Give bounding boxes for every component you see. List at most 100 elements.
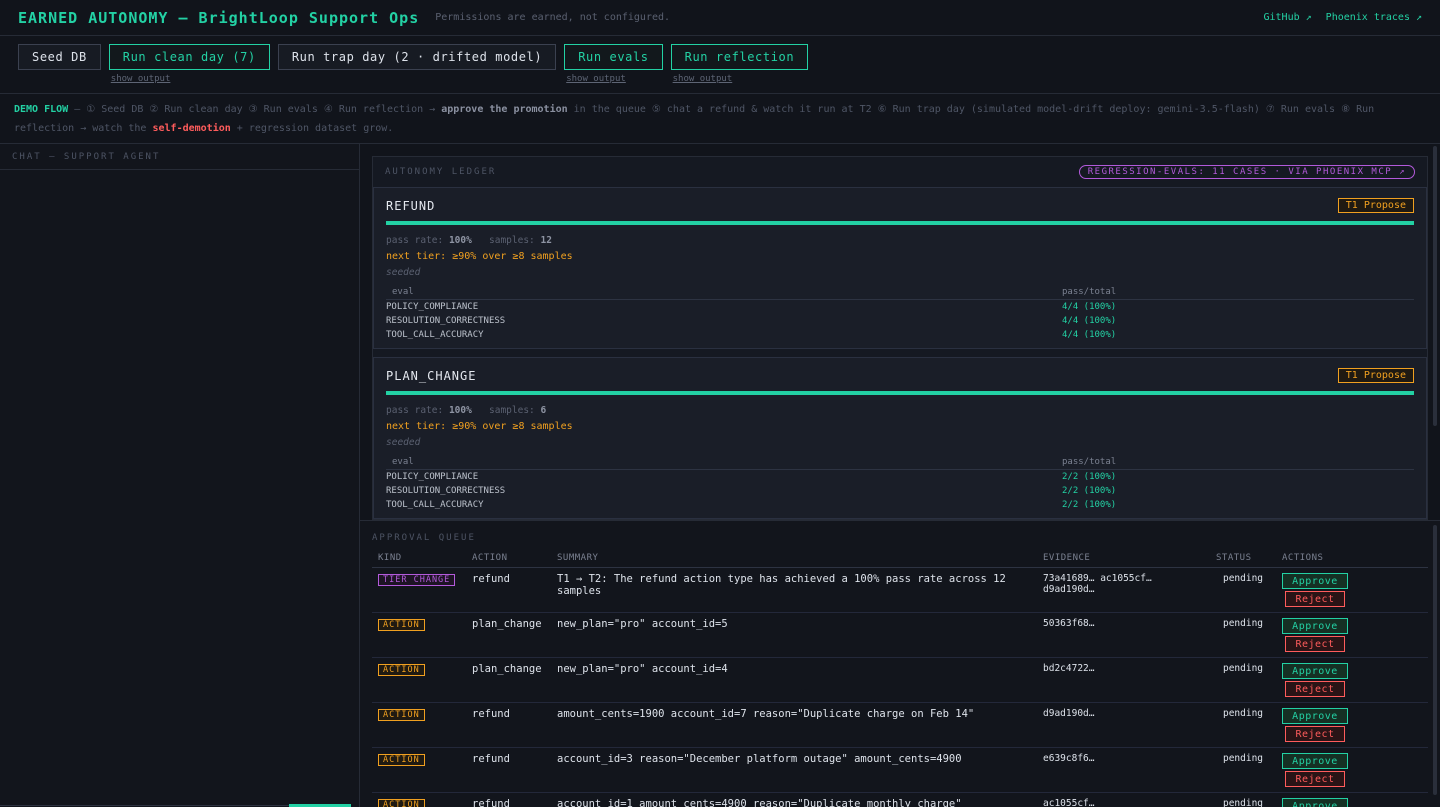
chat-title: CHAT — SUPPORT AGENT — [0, 144, 359, 170]
approve-button[interactable]: Approve — [1282, 798, 1348, 807]
eval-row: TOOL_CALL_ACCURACY 4/4 (100%) — [386, 328, 1414, 342]
status: pending — [1210, 612, 1276, 658]
reflection-show-output-link[interactable]: show output — [673, 74, 733, 84]
pass-rate-label: pass rate: — [386, 405, 444, 416]
evidence-links[interactable]: 73a41689… ac1055cf… d9ad190d… — [1037, 567, 1210, 613]
reject-button[interactable]: Reject — [1285, 591, 1345, 607]
autonomy-ledger-panel: AUTONOMY LEDGER REGRESSION-EVALS: 11 CAS… — [360, 144, 1440, 520]
approve-button[interactable]: Approve — [1282, 708, 1348, 724]
col-status: STATUS — [1210, 549, 1276, 568]
demo-flow-instructions: DEMO FLOW — ① Seed DB ② Run clean day ③ … — [0, 94, 1440, 144]
approve-button[interactable]: Approve — [1282, 618, 1348, 634]
kind-badge: ACTION — [378, 754, 425, 766]
approve-button[interactable]: Approve — [1282, 573, 1348, 589]
action-name: refund — [466, 702, 551, 748]
run-clean-day-button[interactable]: Run clean day (7) — [108, 44, 270, 70]
reject-button[interactable]: Reject — [1285, 726, 1345, 742]
action-name: plan_change — [466, 612, 551, 658]
eval-row: RESOLUTION_CORRECTNESS 4/4 (100%) — [386, 314, 1414, 328]
chat-panel: CHAT — SUPPORT AGENT — [0, 144, 360, 807]
summary: new_plan="pro" account_id=5 — [551, 612, 1037, 658]
pass-rate-bar — [386, 221, 1414, 225]
eval-pass-total: 2/2 (100%) — [1062, 500, 1117, 510]
queue-scrollbar[interactable] — [1433, 525, 1437, 795]
evidence-links[interactable]: e639c8f6… — [1037, 747, 1210, 793]
samples-label: samples: — [489, 235, 535, 246]
card-note: seeded — [386, 267, 421, 278]
eval-row: POLICY_COMPLIANCE 2/2 (100%) — [386, 470, 1414, 485]
demo-flow-text-1: — ① Seed DB ② Run clean day ③ Run evals … — [68, 104, 442, 115]
eval-row: TOOL_CALL_ACCURACY 2/2 (100%) — [386, 498, 1414, 512]
pass-total-col-header: pass/total — [1062, 455, 1414, 470]
status: pending — [1210, 702, 1276, 748]
eval-name: POLICY_COMPLIANCE — [386, 302, 479, 312]
col-actions: ACTIONS — [1276, 549, 1428, 568]
reject-button[interactable]: Reject — [1285, 636, 1345, 652]
kind-badge: ACTION — [378, 619, 425, 631]
demo-flow-approve: approve the promotion — [441, 104, 568, 115]
ledger-card-plan-change: PLAN_CHANGE T1 Propose pass rate: 100% sam… — [373, 357, 1427, 519]
card-note: seeded — [386, 437, 421, 448]
action-type-name: REFUND — [386, 198, 436, 213]
pass-rate-label: pass rate: — [386, 235, 444, 246]
samples-value: 6 — [540, 405, 547, 416]
app-title: EARNED AUTONOMY — BrightLoop Support Ops — [18, 8, 420, 27]
action-name: plan_change — [466, 657, 551, 703]
col-summary: SUMMARY — [551, 549, 1037, 568]
stats-line: pass rate: 100% samples: 6 — [386, 403, 1414, 419]
samples-label: samples: — [489, 405, 535, 416]
status: pending — [1210, 792, 1276, 807]
tier-badge: T1 Propose — [1337, 198, 1414, 213]
queue-row: ACTION refund account_id=1 amount_cents=49… — [372, 792, 1428, 807]
eval-row: POLICY_COMPLIANCE 4/4 (100%) — [386, 300, 1414, 315]
eval-col-header: eval — [386, 285, 1062, 300]
queue-title: APPROVAL QUEUE — [372, 533, 476, 543]
pass-rate-value: 100% — [448, 235, 472, 246]
evidence-links[interactable]: ac1055cf… — [1037, 792, 1210, 807]
clean-day-show-output-link[interactable]: show output — [111, 74, 171, 84]
approve-button[interactable]: Approve — [1282, 753, 1348, 769]
evidence-links[interactable]: bd2c4722… — [1037, 657, 1210, 703]
summary: account_id=3 reason="December platform o… — [551, 747, 1037, 793]
queue-row: ACTION refund amount_cents=1900 account_id… — [372, 702, 1428, 748]
demo-flow-demotion: self-demotion — [152, 123, 231, 134]
action-type-name: PLAN_CHANGE — [386, 368, 477, 383]
summary: amount_cents=1900 account_id=7 reason="D… — [551, 702, 1037, 748]
evidence-links[interactable]: d9ad190d… — [1037, 702, 1210, 748]
kind-badge: ACTION — [378, 664, 425, 676]
eval-table: eval pass/total POLICY_COMPLIANCE 4/4 (100%… — [386, 285, 1414, 342]
regression-evals-badge[interactable]: REGRESSION-EVALS: 11 CASES · VIA PHOENIX… — [1078, 165, 1415, 179]
summary: new_plan="pro" account_id=4 — [551, 657, 1037, 703]
run-evals-button[interactable]: Run evals — [564, 44, 663, 70]
header-links: GitHub ↗ Phoenix traces ↗ — [1264, 12, 1423, 23]
approve-button[interactable]: Approve — [1282, 663, 1348, 679]
eval-row: RESOLUTION_CORRECTNESS 2/2 (100%) — [386, 484, 1414, 498]
summary: account_id=1 amount_cents=4900 reason="D… — [551, 792, 1037, 807]
next-tier-requirement: next tier: ≥90% over ≥8 samples — [386, 251, 573, 262]
queue-row: TIER CHANGE refund T1 → T2: The refund act… — [372, 567, 1428, 613]
phoenix-traces-link[interactable]: Phoenix traces ↗ — [1326, 12, 1422, 23]
status: pending — [1210, 657, 1276, 703]
eval-table: eval pass/total POLICY_COMPLIANCE 2/2 (100%… — [386, 455, 1414, 512]
pass-rate-value: 100% — [448, 405, 472, 416]
app-subtitle: Permissions are earned, not configured. — [435, 12, 671, 23]
ledger-scrollbar[interactable] — [1433, 146, 1437, 426]
eval-name: TOOL_CALL_ACCURACY — [386, 330, 484, 340]
eval-name: RESOLUTION_CORRECTNESS — [386, 486, 506, 496]
reject-button[interactable]: Reject — [1285, 681, 1345, 697]
stats-line: pass rate: 100% samples: 12 — [386, 233, 1414, 249]
seed-db-button[interactable]: Seed DB — [18, 44, 101, 70]
evidence-links[interactable]: 50363f68… — [1037, 612, 1210, 658]
github-link[interactable]: GitHub ↗ — [1264, 12, 1312, 23]
eval-pass-total: 4/4 (100%) — [1062, 330, 1117, 340]
demo-flow-label: DEMO FLOW — [14, 104, 69, 115]
tier-badge: T1 Propose — [1337, 368, 1414, 383]
run-trap-day-button[interactable]: Run trap day (2 · drifted model) — [277, 44, 557, 70]
reject-button[interactable]: Reject — [1285, 771, 1345, 787]
action-name: refund — [466, 792, 551, 807]
run-reflection-button[interactable]: Run reflection — [670, 44, 809, 70]
evals-show-output-link[interactable]: show output — [566, 74, 626, 84]
ledger-card-refund: REFUND T1 Propose pass rate: 100% samples:… — [373, 187, 1427, 349]
next-tier-requirement: next tier: ≥90% over ≥8 samples — [386, 421, 573, 432]
col-evidence: EVIDENCE — [1037, 549, 1210, 568]
